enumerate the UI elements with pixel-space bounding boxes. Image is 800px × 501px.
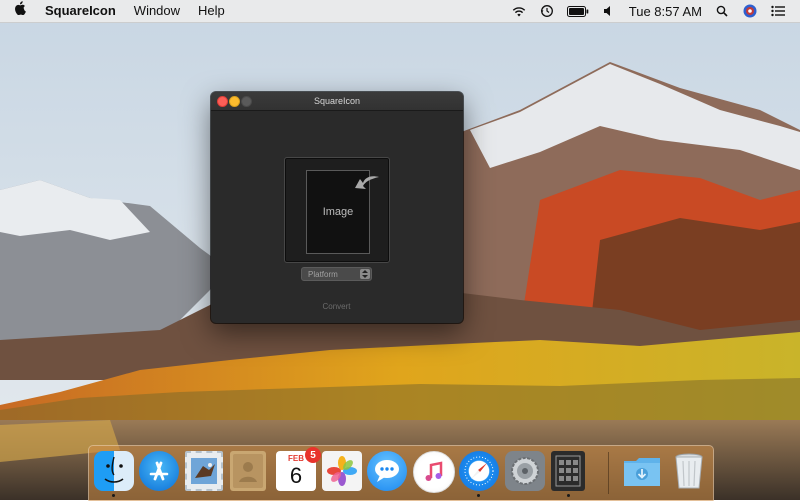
apple-icon[interactable] [0,0,36,22]
menu-bar: SquareIcon Window Help Tue 8:57 AM [0,0,800,23]
zoom-button [241,96,252,107]
squareicon-app-icon[interactable] [551,451,585,491]
window-title: SquareIcon [313,96,361,106]
battery-icon[interactable] [566,3,589,19]
running-indicator [567,494,570,497]
platform-select[interactable]: Platform [301,267,372,281]
curved-arrow-icon [355,176,379,189]
squareicon-window: SquareIcon Image Platform Convert [211,92,463,323]
app-menu[interactable]: SquareIcon [36,0,125,22]
running-indicator [112,494,115,497]
safari-icon[interactable] [459,451,499,491]
running-indicator [477,494,480,497]
calendar-icon[interactable]: FEB 6 5 [276,447,321,491]
app-store-icon[interactable] [139,451,179,491]
messages-icon[interactable] [367,451,407,491]
menu-help[interactable]: Help [189,0,234,22]
window-titlebar[interactable]: SquareIcon [211,92,463,111]
platform-select-value: Platform [308,269,338,279]
system-preferences-icon[interactable] [505,451,545,491]
menu-window[interactable]: Window [125,0,189,22]
close-button[interactable] [217,96,228,107]
minimize-button[interactable] [229,96,240,107]
volume-icon[interactable] [601,3,617,19]
status-area: Tue 8:57 AM [505,0,800,22]
photos-icon[interactable] [322,451,362,491]
clock[interactable]: Tue 8:57 AM [623,4,708,19]
user-icon[interactable] [742,3,758,19]
convert-button[interactable]: Convert [301,300,372,314]
dock: FEB 6 5 [88,445,714,501]
dock-separator [608,452,609,494]
notification-center-icon[interactable] [770,3,786,19]
select-stepper-icon [360,269,370,279]
time-machine-icon[interactable] [539,3,555,19]
image-drop-label: Image [322,206,354,218]
trash-icon[interactable] [669,451,709,491]
contacts-icon[interactable] [230,451,266,491]
finder-icon[interactable] [94,451,134,491]
spotlight-icon[interactable] [714,3,730,19]
wifi-icon[interactable] [511,3,527,19]
calendar-badge: 5 [305,447,321,463]
calendar-day: 6 [289,463,303,488]
mail-icon[interactable] [185,451,223,491]
downloads-folder-icon[interactable] [622,451,662,491]
image-drop-well[interactable]: Image [284,157,390,263]
itunes-icon[interactable] [413,451,455,493]
